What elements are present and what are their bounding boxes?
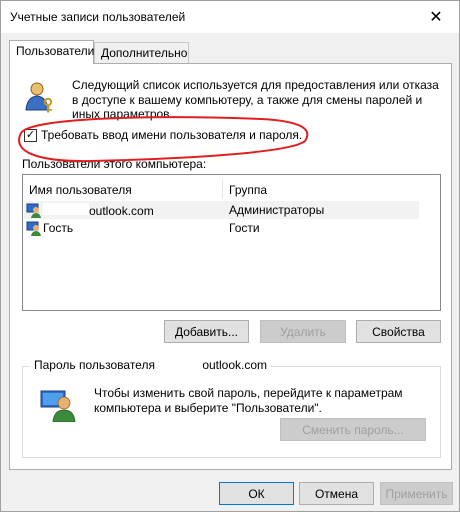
- user-name: outlook.com: [43, 203, 154, 218]
- users-list[interactable]: Имя пользователя Группа outlook.com Адми…: [22, 174, 441, 311]
- user-group: Гости: [229, 221, 260, 235]
- window-title: Учетные записи пользователей: [10, 10, 186, 24]
- checkmark-icon: ✓: [25, 128, 36, 141]
- user-name: Гость: [43, 221, 74, 235]
- close-button[interactable]: ✕: [413, 1, 459, 32]
- user-icon: [26, 221, 41, 236]
- user-name-text: outlook.com: [89, 204, 154, 218]
- column-divider[interactable]: [222, 179, 223, 199]
- table-row[interactable]: outlook.com Администраторы: [24, 201, 419, 219]
- properties-button[interactable]: Свойства: [356, 320, 441, 343]
- tab-users[interactable]: Пользователи: [9, 40, 94, 64]
- cancel-button[interactable]: Отмена: [299, 482, 374, 505]
- password-hint-text: Чтобы изменить свой пароль, перейдите к …: [94, 386, 403, 415]
- password-groupbox-title: Пароль пользователя outlook.com: [30, 357, 272, 372]
- close-icon: ✕: [429, 8, 443, 26]
- apply-button[interactable]: Применить: [380, 482, 453, 505]
- require-login-label[interactable]: Требовать ввод имени пользователя и паро…: [41, 128, 302, 142]
- column-header-group[interactable]: Группа: [229, 183, 267, 197]
- add-button[interactable]: Добавить...: [164, 320, 249, 343]
- table-row[interactable]: Гость Гости: [24, 219, 419, 237]
- require-login-checkbox[interactable]: ✓: [24, 128, 37, 142]
- users-info-icon: [25, 82, 53, 113]
- redacted-mark: [43, 203, 89, 215]
- remove-button[interactable]: Удалить: [260, 320, 346, 343]
- redacted-mark: [158, 357, 203, 369]
- user-icon: [26, 203, 41, 218]
- require-login-row: ✓ Требовать ввод имени пользователя и па…: [24, 128, 302, 142]
- user-password-icon: [40, 390, 76, 422]
- users-list-label: Пользователи этого компьютера:: [22, 157, 207, 171]
- description-text: Следующий список используется для предос…: [72, 78, 439, 121]
- column-header-name[interactable]: Имя пользователя: [29, 183, 132, 197]
- user-accounts-dialog: Учетные записи пользователей ✕ Пользоват…: [0, 0, 460, 512]
- user-group: Администраторы: [229, 203, 325, 217]
- change-password-button[interactable]: Сменить пароль...: [280, 418, 426, 441]
- title-bar: Учетные записи пользователей ✕: [1, 1, 459, 33]
- ok-button[interactable]: ОК: [219, 482, 294, 505]
- users-tab-panel: Следующий список используется для предос…: [9, 63, 452, 470]
- password-title-prefix: Пароль пользователя: [34, 358, 155, 372]
- tab-advanced[interactable]: Дополнительно: [94, 42, 189, 63]
- password-title-suffix: outlook.com: [202, 358, 268, 372]
